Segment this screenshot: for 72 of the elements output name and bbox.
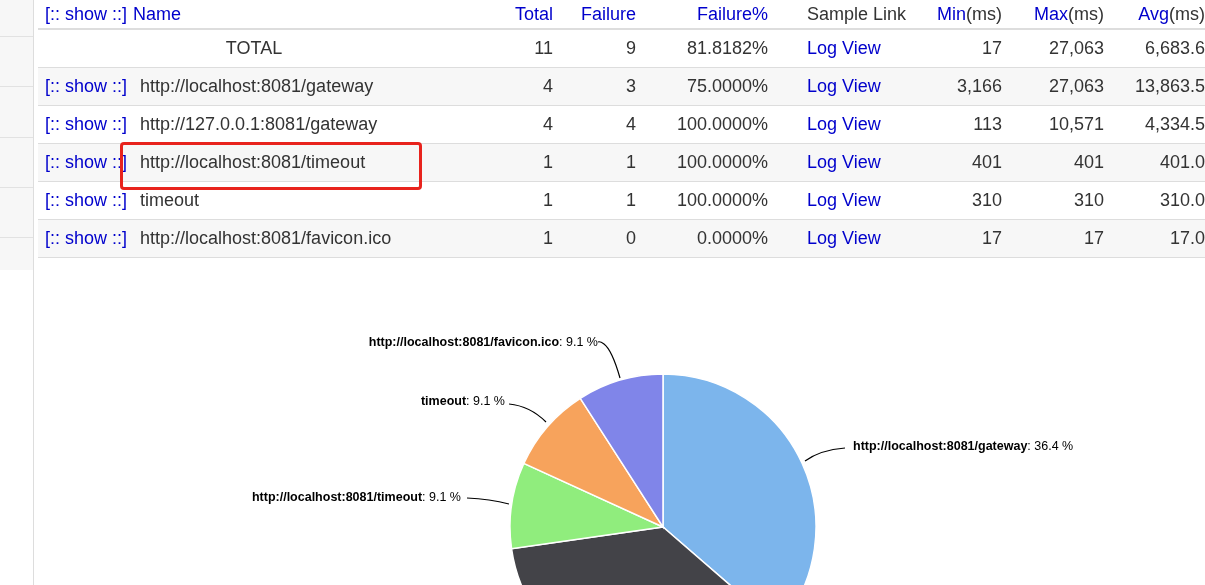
sort-link[interactable]: Avg	[1138, 0, 1169, 28]
log-view-link[interactable]: Log View	[807, 190, 881, 210]
table-cell-text: 310.0	[1158, 189, 1205, 212]
table-cell-text: 310	[1072, 189, 1105, 212]
table-cell-text: http://127.0.0.1:8081/gateway	[139, 113, 379, 136]
sort-link[interactable]: Max	[1034, 0, 1068, 28]
log-view-link[interactable]: Log View	[807, 228, 881, 248]
table-cell-text: 17.0	[1168, 227, 1205, 250]
slice-label: http://localhost:8081/favicon.ico: 9.1 %	[368, 336, 598, 349]
show-link[interactable]: [:: show ::]	[38, 187, 133, 214]
table-cell-text: 3,166	[955, 75, 1003, 98]
show-link[interactable]: [:: show ::]	[38, 225, 133, 252]
table-cell-text: 401.0	[1158, 151, 1205, 174]
table-cell-text: 0	[625, 227, 637, 250]
table-cell-text: 100.0000%	[675, 189, 769, 212]
slice-label: timeout: 9.1 %	[420, 395, 505, 408]
column-header: (ms)	[1169, 2, 1205, 26]
table-cell-text: http://localhost:8081/favicon.ico	[139, 227, 393, 250]
slice-label: http://localhost:8081/timeout: 9.1 %	[251, 491, 461, 504]
table-cell-text: 81.8182%	[685, 37, 769, 60]
table-cell-text: http://localhost:8081/gateway	[139, 75, 375, 98]
column-header: (ms)	[1068, 2, 1104, 26]
table-cell-text: 75.0000%	[685, 75, 769, 98]
table-cell-text: timeout	[139, 189, 201, 212]
table-cell-text: 100.0000%	[675, 113, 769, 136]
table-cell-text: 9	[625, 37, 637, 60]
sort-link[interactable]: Min	[937, 0, 966, 28]
table-cell-text: 100.0000%	[675, 151, 769, 174]
table-cell-text: 401	[1072, 151, 1105, 174]
slice-label: http://localhost:8081/gateway: 36.4 %	[853, 440, 1074, 453]
table-cell-text: 11	[533, 37, 554, 60]
show-link[interactable]: [:: show ::]	[38, 111, 133, 138]
leader-line	[466, 497, 510, 505]
table-cell-text: 6,683.6	[1143, 37, 1205, 60]
show-link[interactable]: [:: show ::]	[38, 73, 133, 100]
table-cell-text: 113	[972, 113, 1003, 136]
sort-link[interactable]: Failure%	[643, 0, 775, 28]
table-cell-text: 4,334.5	[1143, 113, 1205, 136]
table-cell-text: 27,063	[1047, 75, 1105, 98]
table-cell-text: 17	[980, 227, 1003, 250]
log-view-link[interactable]: Log View	[807, 114, 881, 134]
table-cell-text: 4	[542, 75, 554, 98]
log-view-link[interactable]: Log View	[807, 152, 881, 172]
column-header: Sample Link	[807, 3, 907, 24]
table-cell-text: TOTAL	[224, 37, 284, 60]
leader-line	[508, 403, 547, 423]
sort-link[interactable]: Name	[133, 0, 182, 28]
table-cell-text: 4	[542, 113, 554, 136]
table-cell-text: 310	[970, 189, 1003, 212]
table-cell-text: 1	[542, 151, 554, 174]
table-cell-text: 10,571	[1047, 113, 1105, 136]
leader-line	[804, 447, 846, 462]
show-link[interactable]: [:: show ::]	[45, 0, 128, 28]
table-cell-text: 17	[1082, 227, 1105, 250]
table-cell-text: 1	[625, 189, 637, 212]
log-view-link[interactable]: Log View	[807, 38, 881, 58]
leader-line	[597, 341, 621, 379]
table-cell-text: 4	[625, 113, 637, 136]
table-cell-text: 3	[625, 75, 637, 98]
sort-link[interactable]: Failure	[560, 0, 643, 28]
log-view-link[interactable]: Log View	[807, 76, 881, 96]
table-cell-text: 1	[625, 151, 637, 174]
table-cell-text: 27,063	[1047, 37, 1105, 60]
table-cell-text: 401	[970, 151, 1003, 174]
table-cell-text: 1	[542, 189, 554, 212]
table-cell-text: 13,863.5	[1133, 75, 1205, 98]
table-cell-text: 17	[980, 37, 1003, 60]
table-cell-text: 0.0000%	[695, 227, 769, 250]
sort-link[interactable]: Total	[470, 0, 560, 28]
table-cell-text: 1	[542, 227, 554, 250]
column-header: (ms)	[966, 2, 1002, 26]
table-cell-text: http://localhost:8081/timeout	[139, 151, 367, 174]
